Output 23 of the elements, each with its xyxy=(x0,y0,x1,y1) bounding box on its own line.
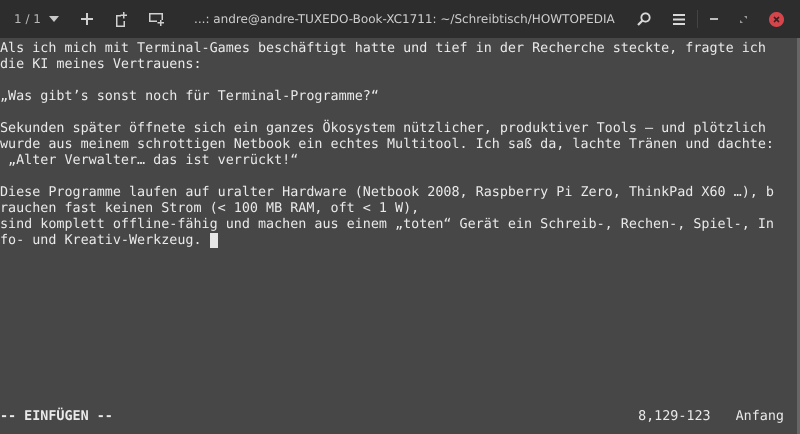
cursor-position: 8,129-123 xyxy=(638,409,711,425)
text-line: Sekunden später öffnete sich ein ganzes Ökosystem nützlicher, produktiver Tools – und plötzlich xyxy=(0,121,766,137)
new-window-icon[interactable] xyxy=(148,12,165,26)
text-line: Als ich mich mit Terminal-Games beschäftigt hatte und tief in der Recherche steckte, fragte ich xyxy=(0,41,766,57)
close-icon[interactable] xyxy=(769,12,784,26)
text-line: fo- und Kreativ-Werkzeug. xyxy=(0,233,202,249)
window-title: ...: andre@andre-TUXEDO-Book-XC1711: ~/Schreibtisch/HOWTOPEDIA xyxy=(194,12,615,26)
text-line: „Was gibt’s sonst noch für Terminal-Programme?“ xyxy=(0,89,379,105)
text-line: rauchen fast keinen Strom (< 100 MB RAM, oft < 1 W), xyxy=(0,201,420,217)
search-icon[interactable] xyxy=(637,12,651,26)
text-line: wurde aus meinem schrottigen Netbook ein echtes Multitool. Ich saß da, lachte Tränen und dachte: xyxy=(0,137,774,153)
mode-indicator: -- EINFÜGEN -- xyxy=(0,409,113,425)
tab-switcher-button[interactable]: 1 / 1 xyxy=(14,12,41,26)
maximize-icon[interactable] xyxy=(740,16,747,22)
text-line: „Alter Verwalter… das ist verrückt!“ xyxy=(7,153,298,169)
new-tab-icon[interactable] xyxy=(114,12,127,26)
menu-icon[interactable] xyxy=(673,14,685,24)
plus-icon[interactable] xyxy=(80,13,93,25)
caret-icon[interactable] xyxy=(48,16,59,22)
scroll-position: Anfang xyxy=(736,409,784,425)
text-line: sind komplett offline-fähig und machen aus einem „toten“ Gerät ein Schreib-, Rechen-, Spiel-, In xyxy=(0,217,774,233)
text-line: Diese Programme laufen auf uralter Hardware (Netbook 2008, Raspberry Pi Zero, ThinkPad X60 …), b xyxy=(0,185,774,201)
text-line: die KI meines Vertrauens: xyxy=(0,57,202,73)
